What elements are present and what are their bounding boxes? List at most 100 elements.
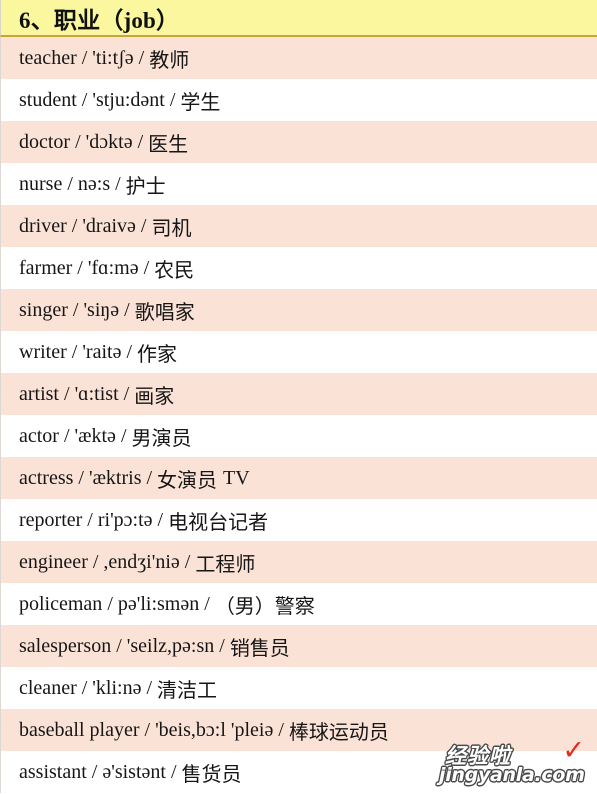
vocabulary-row: assistant / ə'sistənt / 售货员 (0, 751, 597, 793)
field-separator: / (81, 46, 88, 69)
vocabulary-row: actor /'æktə / 男演员 (0, 415, 597, 457)
vocabulary-translation: 工程师 (195, 553, 256, 576)
vocabulary-row: doctor /'dɔktə / 医生 (0, 121, 597, 163)
vocabulary-translation: 作家 (137, 343, 178, 366)
vocabulary-row: baseball player /'beis,bɔ:l 'pleiə / 棒球运动员 (0, 709, 597, 751)
field-separator: / (140, 214, 147, 237)
vocabulary-phonetic: 'beis,bɔ:l 'pleiə (155, 718, 274, 741)
vocabulary-row: salesperson /'seilz,pə:sn / 销售员 (0, 625, 597, 667)
vocabulary-phonetic: 'draivə (82, 214, 136, 237)
field-separator: / (67, 172, 73, 195)
vocabulary-phonetic: 'siŋə (83, 298, 120, 321)
field-separator: / (81, 676, 88, 699)
vocabulary-phonetic: 'dɔktə (85, 130, 133, 153)
vocabulary-row: actress /'æktris / 女演员 TV (0, 457, 597, 499)
vocabulary-phonetic: 'seilz,pə:sn (126, 634, 215, 657)
vocabulary-row: nurse / nə:s / 护士 (0, 163, 597, 205)
field-separator: / (77, 256, 83, 279)
vocabulary-translation: 销售员 (229, 637, 290, 660)
vocabulary-word: actress (19, 466, 74, 489)
vocabulary-translation: 教师 (149, 49, 190, 72)
field-separator: / (116, 634, 122, 657)
vocabulary-word: student (19, 88, 77, 111)
vocabulary-translation: 学生 (180, 91, 221, 114)
field-separator: / (92, 550, 99, 573)
vocabulary-word: driver (19, 214, 67, 237)
vocabulary-phonetic: 'ɑ:tist (74, 382, 119, 405)
vocabulary-row: writer /'raitə / 作家 (0, 331, 597, 373)
vocabulary-phonetic: ə'sistənt (102, 760, 166, 783)
vocabulary-word: teacher (19, 46, 77, 69)
field-separator: / (170, 760, 177, 783)
vocabulary-word: baseball player (19, 718, 140, 741)
vocabulary-phonetic: pə'li:smən (117, 592, 200, 615)
vocabulary-translation: 歌唱家 (134, 301, 195, 324)
field-separator: / (120, 424, 127, 447)
field-separator: / (126, 340, 133, 363)
field-separator: / (137, 130, 144, 153)
vocabulary-translation: 护士 (125, 175, 166, 198)
field-separator: / (278, 718, 284, 741)
vocabulary-translation: 售货员 (181, 763, 242, 786)
vocabulary-row: policeman / pə'li:smən / （男）警察 (0, 583, 597, 625)
vocabulary-phonetic: 'ti:tʃə (92, 46, 134, 69)
vocabulary-phonetic: 'æktris (88, 466, 142, 489)
vocabulary-word: artist (19, 382, 59, 405)
vocabulary-translation: 棒球运动员 (288, 721, 389, 744)
vocabulary-row: farmer /'fɑ:mə / 农民 (0, 247, 597, 289)
field-separator: / (71, 214, 78, 237)
vocabulary-phonetic: 'fɑ:mə (87, 256, 139, 279)
field-separator: / (184, 550, 191, 573)
vocabulary-phonetic: 'stju:dənt (92, 88, 165, 111)
vocabulary-word: policeman (19, 592, 103, 615)
field-separator: / (146, 676, 153, 699)
field-separator: / (64, 382, 70, 405)
vocabulary-translation: 清洁工 (157, 679, 218, 702)
vocabulary-note: TV (223, 466, 250, 489)
vocabulary-row: teacher /'ti:tʃə / 教师 (0, 37, 597, 79)
vocabulary-word: singer (19, 298, 68, 321)
vocabulary-phonetic: nə:s (77, 172, 111, 195)
vocabulary-row: artist /'ɑ:tist / 画家 (0, 373, 597, 415)
vocabulary-word: writer (19, 340, 67, 363)
field-separator: / (124, 298, 130, 321)
vocabulary-translation: （男）警察 (214, 595, 315, 618)
vocabulary-row: engineer / ,endʒi'niə / 工程师 (0, 541, 597, 583)
field-separator: / (219, 634, 225, 657)
vocabulary-word: actor (19, 424, 59, 447)
vocabulary-word: engineer (19, 550, 88, 573)
field-separator: / (107, 592, 113, 615)
vocabulary-word: reporter (19, 508, 83, 531)
field-separator: / (63, 424, 70, 447)
field-separator: / (169, 88, 176, 111)
vocabulary-word: doctor (19, 130, 71, 153)
vocabulary-translation: 司机 (151, 217, 192, 240)
vocabulary-row: reporter / ri'pɔ:tə / 电视台记者 (0, 499, 597, 541)
vocabulary-phonetic: 'raitə (82, 340, 122, 363)
vocabulary-translation: 男演员 (131, 427, 192, 450)
vocabulary-word: assistant (19, 760, 87, 783)
vocabulary-phonetic: 'æktə (74, 424, 116, 447)
vocabulary-list: teacher /'ti:tʃə / 教师 student /'stju:dənt / 学生 d… (0, 37, 597, 794)
vocabulary-word: farmer (19, 256, 73, 279)
vocabulary-translation: 农民 (154, 259, 195, 282)
field-separator: / (91, 760, 98, 783)
field-separator: / (72, 298, 79, 321)
vocabulary-row: cleaner /'kli:nə / 清洁工 (0, 667, 597, 709)
field-separator: / (143, 256, 150, 279)
section-title: 6、职业（job） (19, 7, 180, 33)
field-separator: / (123, 382, 130, 405)
vocabulary-phonetic: ,endʒi'niə (103, 550, 180, 573)
vocabulary-phonetic: 'kli:nə (92, 676, 142, 699)
vocabulary-translation: 电视台记者 (168, 511, 269, 534)
vocabulary-translation: 女演员 (157, 469, 218, 492)
field-separator: / (138, 46, 145, 69)
vocabulary-sheet: 6、职业（job） teacher /'ti:tʃə / 教师 student /'stj… (0, 0, 597, 794)
vocabulary-word: salesperson (19, 634, 112, 657)
field-separator: / (146, 466, 153, 489)
vocabulary-row: driver /'draivə / 司机 (0, 205, 597, 247)
section-header: 6、职业（job） (0, 0, 597, 37)
field-separator: / (81, 88, 88, 111)
field-separator: / (144, 718, 151, 741)
field-separator: / (75, 130, 81, 153)
